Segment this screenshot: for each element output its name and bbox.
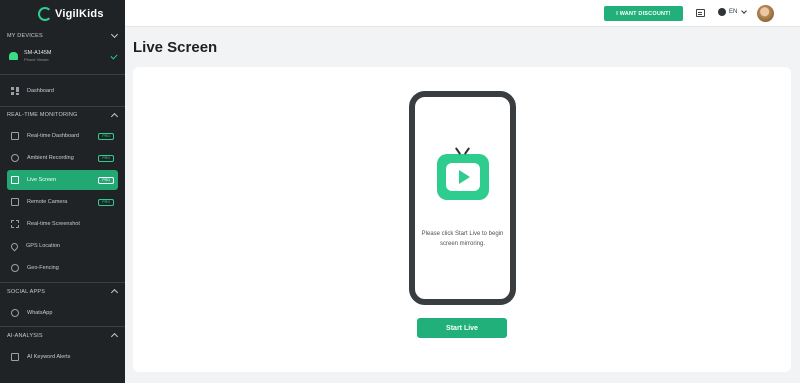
section-header-ai-analysis[interactable]: AI-ANALYSIS [0,327,125,344]
screen-icon [11,176,19,184]
whatsapp-icon [11,309,19,317]
device-subtitle: Phone Viewer [24,57,49,62]
section-title: REAL-TIME MONITORING [7,112,78,118]
sidebar-item-ai-keyword-alerts[interactable]: AI Keyword Alerts [7,347,118,367]
pro-badge: PRO [98,154,114,162]
page-title: Live Screen [133,39,218,56]
play-icon [459,170,470,184]
sidebar-item-label: Remote Camera [27,199,68,205]
sidebar-item-remote-camera[interactable]: Remote Camera PRO [7,192,118,212]
android-icon [9,52,18,60]
phone-message: Please click Start Live to begin screen … [421,231,504,247]
dashboard-icon [11,87,19,95]
pro-badge: PRO [98,176,114,184]
pro-badge: PRO [98,132,114,140]
live-screen-card: Please click Start Live to begin screen … [133,67,791,372]
sidebar-item-live-screen[interactable]: Live Screen PRO [7,170,118,190]
sidebar-item-whatsapp[interactable]: WhatsApp [7,303,118,323]
section-header-real-time-monitoring[interactable]: REAL-TIME MONITORING [0,107,125,123]
sidebar-item-ambient-recording[interactable]: Ambient Recording PRO [7,148,118,168]
sidebar-item-label: AI Keyword Alerts [27,354,71,360]
phone-frame: Please click Start Live to begin screen … [409,91,516,305]
chevron-up-icon [110,332,119,341]
chevron-down-icon [110,30,119,38]
sidebar-item-label: Real-time Screenshot [27,221,80,227]
my-devices-label: MY DEVICES [7,32,43,39]
globe-icon [718,8,726,16]
brand-name: VigilKids [55,7,104,20]
camera-icon [11,198,19,206]
sidebar-item-label: Live Screen [27,177,57,183]
sidebar-item-geo-fencing[interactable]: Geo-Fencing [7,258,118,278]
language-label: EN [729,9,738,15]
sidebar-item-real-time-dashboard[interactable]: Real-time Dashboard PRO [7,126,118,146]
check-icon [110,52,118,60]
dashboard-icon [11,132,19,140]
chevron-up-icon [110,288,119,297]
sidebar-item-real-time-screenshot[interactable]: Real-time Screenshot [7,214,118,234]
sidebar-item-label: Geo-Fencing [27,265,59,271]
screenshot-icon [11,220,19,228]
section-title: AI-ANALYSIS [7,332,43,339]
chat-icon[interactable] [696,9,705,17]
pro-badge: PRO [98,198,114,206]
discount-button[interactable]: I WANT DISCOUNT! [604,6,683,21]
sidebar-item-gps-location[interactable]: GPS Location [7,236,118,256]
sidebar-item-dashboard[interactable]: Dashboard [7,80,118,102]
location-pin-icon [9,241,20,251]
section-title: SOCIAL APPS [7,288,46,295]
device-name: SM-A145M [24,50,52,56]
section-header-social-apps[interactable]: SOCIAL APPS [0,283,125,300]
logo-icon [38,6,52,21]
chevron-down-icon [741,7,748,14]
microphone-icon [11,154,19,162]
chevron-up-icon [110,112,119,120]
avatar[interactable] [757,5,774,22]
sidebar-item-label: WhatsApp [27,310,53,316]
brand-logo[interactable]: VigilKids [0,0,125,27]
device-selector[interactable]: SM-A145M Phone Viewer [0,44,125,68]
sidebar-item-label: Ambient Recording [27,155,74,161]
sidebar: VigilKids MY DEVICES SM-A145M Phone View… [0,0,125,383]
sidebar-item-label: GPS Location [26,243,60,249]
my-devices-header[interactable]: MY DEVICES [0,27,125,44]
start-live-button[interactable]: Start Live [417,318,507,338]
sidebar-item-label: Dashboard [27,88,54,94]
sidebar-item-label: Real-time Dashboard [27,133,79,139]
tv-icon [437,154,489,200]
geofence-icon [11,264,19,272]
top-bar: I WANT DISCOUNT! EN [125,0,800,27]
language-selector[interactable]: EN [718,7,748,16]
alert-icon [11,353,19,361]
